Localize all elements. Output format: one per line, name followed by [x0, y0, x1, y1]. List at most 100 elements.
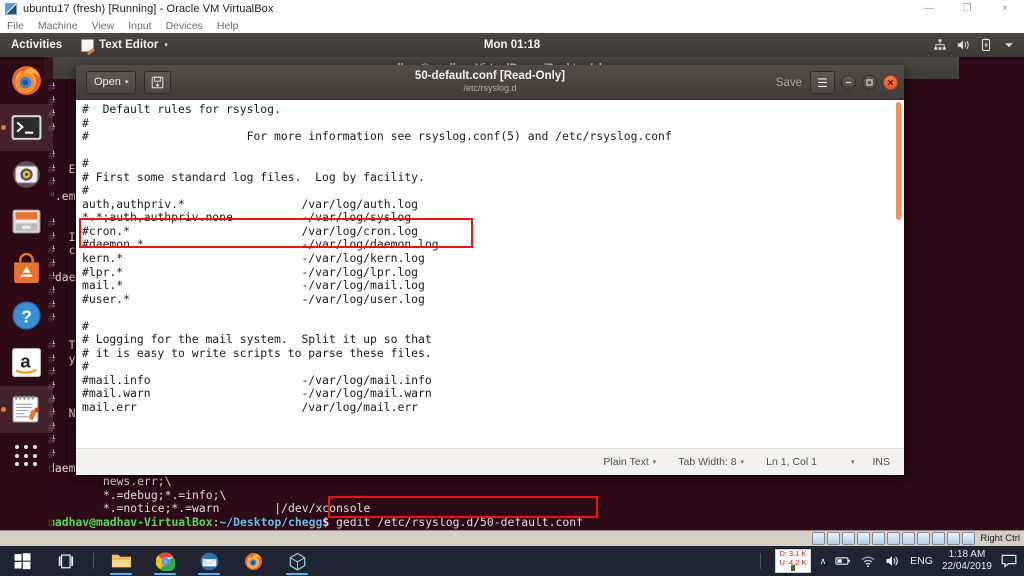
- app-menu-label: Text Editor: [99, 39, 159, 51]
- remote-desktop-icon[interactable]: [932, 532, 946, 545]
- gedit-close-button[interactable]: [883, 75, 898, 90]
- gedit-window[interactable]: Open ▾ 50-default.conf [Read-Only] /etc/…: [76, 65, 904, 475]
- action-center-icon[interactable]: [1001, 554, 1017, 568]
- launcher-item-text-editor[interactable]: [0, 386, 53, 433]
- gedit-maximize-button[interactable]: [862, 75, 877, 90]
- app-menu[interactable]: Text Editor ▾: [81, 38, 168, 52]
- virtualbox-icon: [289, 552, 305, 571]
- menu-machine[interactable]: Machine: [38, 20, 78, 32]
- tray-divider: [760, 553, 762, 569]
- taskbar-virtualbox[interactable]: [275, 546, 319, 576]
- chevron-down-icon: ▾: [652, 458, 657, 466]
- activities-button[interactable]: Activities: [11, 39, 62, 51]
- help-icon: ?: [12, 301, 41, 330]
- launcher-item-help[interactable]: ?: [0, 292, 53, 339]
- optical-drive-icon[interactable]: [827, 532, 841, 545]
- taskbar-file-explorer[interactable]: [99, 546, 143, 576]
- taskbar-chrome[interactable]: [143, 546, 187, 576]
- unity-top-panel: Activities Text Editor ▾ Mon 01:18: [0, 33, 1024, 57]
- network-meter-widget[interactable]: D: 3.1 K U: 4.2 K: [775, 549, 811, 573]
- guest-desktop: madhav@madhav-VirtualBox: ~/Desktop/cheg…: [0, 33, 1024, 530]
- svg-text:?: ?: [21, 307, 32, 327]
- menu-input[interactable]: Input: [128, 20, 151, 32]
- task-view-button[interactable]: [44, 546, 88, 576]
- host-restore-button[interactable]: ❐: [948, 0, 986, 18]
- volume-icon[interactable]: [956, 38, 970, 52]
- windows-logo-icon: [14, 552, 30, 569]
- host-menubar: File Machine View Input Devices Help: [0, 18, 1024, 33]
- launcher-item-rhythmbox[interactable]: [0, 151, 53, 198]
- floppy-icon[interactable]: [842, 532, 856, 545]
- gedit-document-content: # Default rules for rsyslog. # # For mor…: [82, 102, 672, 415]
- battery-icon[interactable]: [835, 554, 851, 568]
- language-selector[interactable]: Plain Text ▾: [603, 456, 656, 468]
- volume-icon[interactable]: [885, 554, 901, 568]
- host-titlebar: ubuntu17 (fresh) [Running] - Oracle VM V…: [0, 0, 1024, 18]
- chrome-icon: [155, 552, 175, 571]
- gedit-statusbar: Plain Text ▾ Tab Width: 8 ▾ Ln 1, Col 1 …: [76, 448, 904, 474]
- terminal-prompt-user: madhav@madhav-VirtualBox: [48, 515, 213, 529]
- gedit-header-right: Save ☰: [776, 65, 898, 100]
- firefox-icon: [244, 552, 262, 570]
- rhythmbox-icon: [13, 161, 40, 188]
- usb-icon[interactable]: [872, 532, 886, 545]
- start-button[interactable]: [0, 546, 44, 576]
- chevron-down-icon: ▾: [850, 458, 855, 466]
- menu-devices[interactable]: Devices: [166, 20, 203, 32]
- terminal-command: gedit /etc/rsyslog.d/50-default.conf: [336, 515, 583, 529]
- tray-overflow-button[interactable]: ∧: [820, 556, 827, 567]
- terminal-prompt-dollar: $: [322, 515, 330, 529]
- wifi-icon[interactable]: [860, 554, 876, 568]
- tab-width-selector[interactable]: Tab Width: 8 ▾: [678, 456, 744, 468]
- task-view-icon: [58, 553, 73, 568]
- open-button[interactable]: Open ▾: [86, 70, 137, 94]
- launcher-item-terminal[interactable]: [0, 104, 53, 151]
- gedit-text-area[interactable]: # Default rules for rsyslog. # # For mor…: [76, 100, 904, 448]
- system-menu-caret-icon[interactable]: [1002, 38, 1016, 52]
- launcher-item-amazon[interactable]: a: [0, 339, 53, 386]
- menu-view[interactable]: View: [92, 20, 115, 32]
- mouse-integration-icon[interactable]: [947, 532, 961, 545]
- display-icon[interactable]: [902, 532, 916, 545]
- insert-mode-label: INS: [872, 455, 890, 468]
- hamburger-menu-button[interactable]: ☰: [810, 71, 835, 94]
- launcher-item-files[interactable]: [0, 198, 53, 245]
- svg-text:a: a: [20, 351, 31, 372]
- battery-icon[interactable]: [979, 38, 993, 52]
- host-minimize-button[interactable]: —: [910, 0, 948, 18]
- shared-folders-icon[interactable]: [887, 532, 901, 545]
- taskbar-divider: [93, 553, 94, 569]
- clock-date: 22/04/2019: [941, 561, 992, 572]
- taskbar-clock[interactable]: 1:18 AM 22/04/2019: [942, 549, 992, 573]
- keyboard-icon[interactable]: [962, 532, 976, 545]
- menu-file[interactable]: File: [7, 20, 24, 32]
- launcher-item-firefox[interactable]: [0, 57, 53, 104]
- host-close-button[interactable]: ×: [986, 0, 1024, 18]
- network-icon[interactable]: [933, 38, 947, 52]
- chevron-down-icon: ▾: [124, 79, 129, 86]
- hard-disk-icon[interactable]: [812, 532, 826, 545]
- save-icon-button[interactable]: [144, 70, 172, 94]
- terminal-prompt-path: ~/Desktop/chegg: [219, 515, 323, 529]
- cursor-position[interactable]: Ln 1, Col 1 ▾: [766, 456, 854, 468]
- save-button[interactable]: Save: [776, 77, 802, 89]
- files-icon: [12, 209, 41, 234]
- open-button-label: Open: [94, 76, 121, 88]
- vbox-status-bar: Right Ctrl: [0, 530, 1024, 546]
- video-capture-icon[interactable]: [917, 532, 931, 545]
- show-applications-button[interactable]: [0, 433, 53, 493]
- network-adapter-icon[interactable]: [857, 532, 871, 545]
- language-indicator[interactable]: ENG: [910, 555, 933, 567]
- windows-system-tray: D: 3.1 K U: 4.2 K ∧ ENG 1:18 AM 22/04/20…: [755, 546, 1024, 576]
- taskbar-firefox[interactable]: [231, 546, 275, 576]
- taskbar-mail[interactable]: [187, 546, 231, 576]
- launcher-item-ubuntu-software[interactable]: [0, 245, 53, 292]
- save-icon: [152, 76, 164, 88]
- menu-help[interactable]: Help: [217, 20, 239, 32]
- file-explorer-icon: [111, 554, 131, 568]
- vertical-scrollbar[interactable]: [896, 102, 901, 220]
- ubuntu-software-icon: [14, 252, 39, 283]
- gedit-minimize-button[interactable]: [841, 75, 856, 90]
- gedit-headerbar: Open ▾ 50-default.conf [Read-Only] /etc/…: [76, 65, 904, 100]
- clock-time: 1:18 AM: [948, 549, 986, 560]
